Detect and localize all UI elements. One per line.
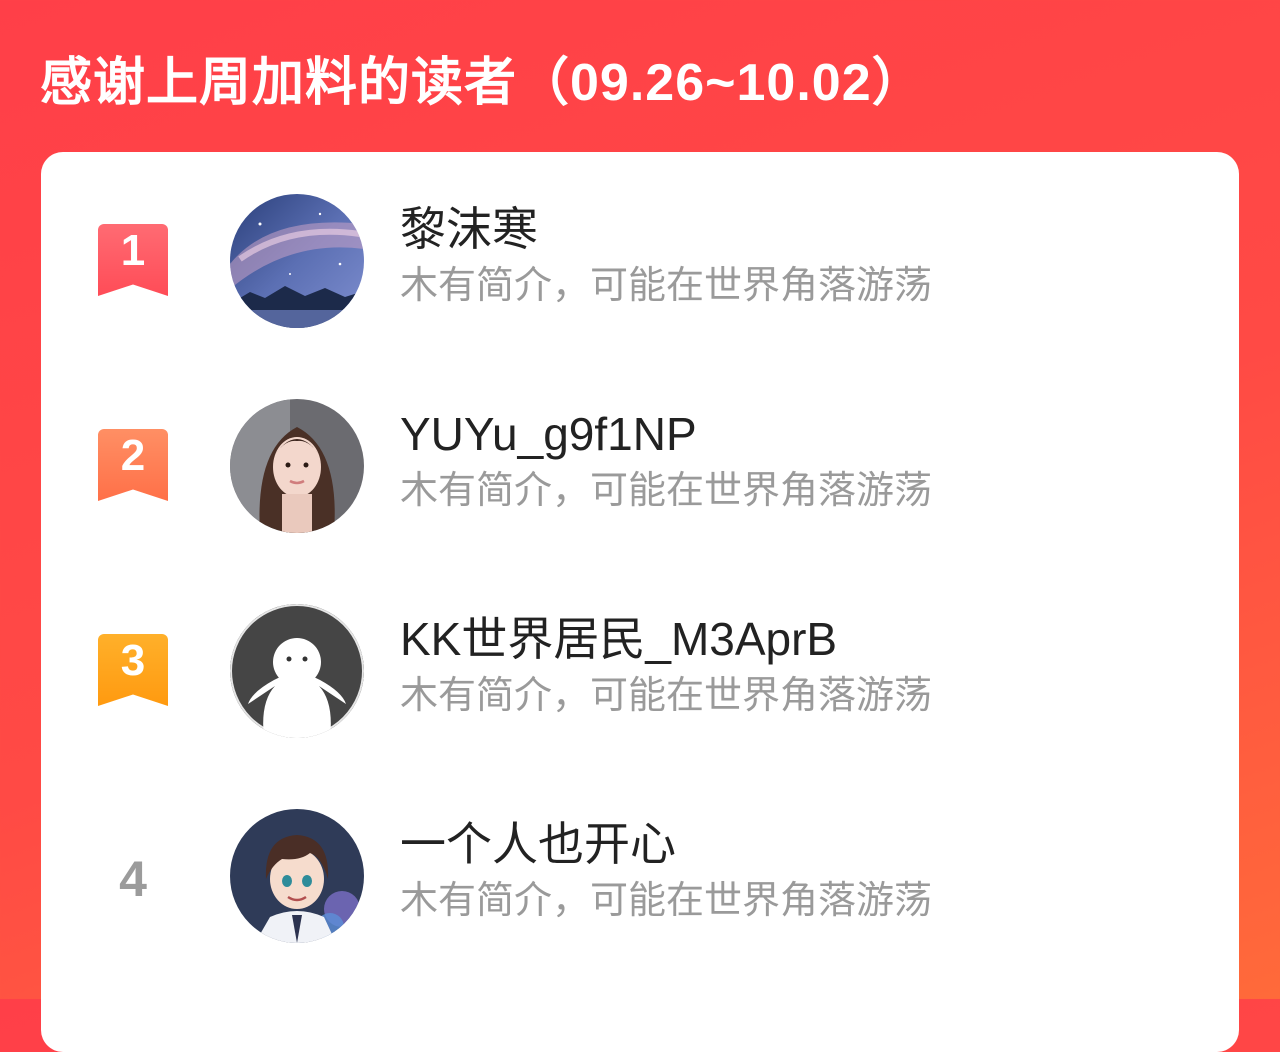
reader-list-card: 1 黎沫寒 木有简介，可能在世界角落游荡 2 YUYu_g9f1NP 木有简介，… — [41, 152, 1239, 1052]
rank-badge-icon: 3 — [98, 634, 168, 706]
rank-number: 1 — [120, 226, 146, 275]
rank-number: 2 — [120, 431, 146, 480]
reader-name[interactable]: KK世界居民_M3AprB — [400, 610, 837, 668]
rank-badge-icon: 2 — [98, 429, 168, 501]
rank-number: 4 — [119, 851, 147, 907]
reader-bio: 木有简介，可能在世界角落游荡 — [400, 470, 933, 512]
page-title: 感谢上周加料的读者（09.26~10.02） — [40, 54, 925, 112]
reader-name[interactable]: 一个人也开心 — [400, 815, 676, 873]
avatar[interactable] — [230, 809, 364, 943]
reader-row[interactable]: 2 YUYu_g9f1NP 木有简介，可能在世界角落游荡 — [41, 357, 1239, 533]
reader-row[interactable]: 3 KK世界居民_M3AprB 木有简介，可能在世界角落游荡 — [41, 562, 1239, 738]
reader-row[interactable]: 4 一个人也开心 木有简介，可能在世界角落游荡 — [41, 767, 1239, 943]
reader-row[interactable]: 1 黎沫寒 木有简介，可能在世界角落游荡 — [41, 152, 1239, 328]
rank-number: 3 — [120, 636, 146, 685]
reader-name[interactable]: YUYu_g9f1NP — [400, 405, 697, 463]
reader-bio: 木有简介，可能在世界角落游荡 — [400, 880, 933, 922]
reader-bio: 木有简介，可能在世界角落游荡 — [400, 675, 933, 717]
avatar[interactable] — [230, 604, 364, 738]
reader-name[interactable]: 黎沫寒 — [400, 200, 538, 258]
avatar[interactable] — [230, 194, 364, 328]
rank-badge-icon: 1 — [98, 224, 168, 296]
avatar[interactable] — [230, 399, 364, 533]
reader-bio: 木有简介，可能在世界角落游荡 — [400, 265, 933, 307]
